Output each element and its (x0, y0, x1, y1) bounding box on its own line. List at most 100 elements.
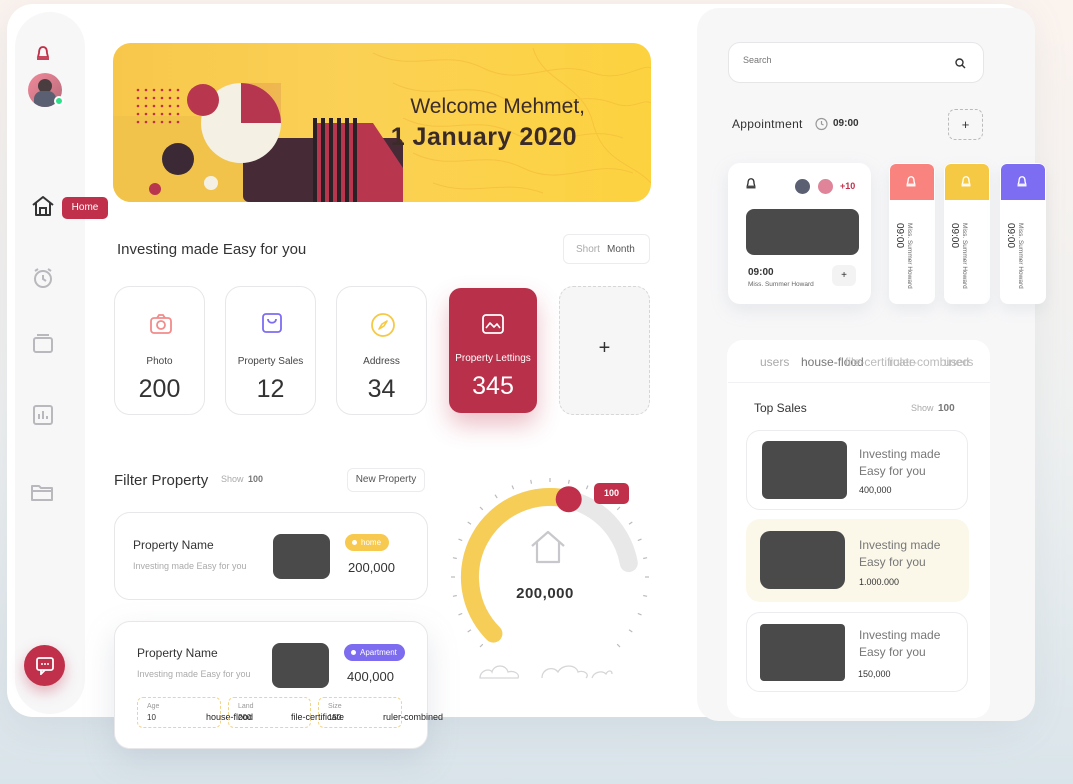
sale-item-value: 400,000 (859, 485, 892, 495)
online-status-dot (54, 96, 64, 106)
sale-item-image (762, 441, 847, 499)
mini-appointment-card[interactable]: 09:00 Miss. Summer Howard (944, 163, 990, 304)
tabs-divider (728, 382, 990, 383)
toggle-month[interactable]: Month (607, 244, 635, 255)
toggle-short[interactable]: Short (576, 244, 600, 255)
shopping-bag-icon (262, 313, 282, 333)
detail-label: Size (328, 703, 342, 710)
stat-label: Address (363, 356, 400, 367)
sale-item[interactable]: Investing made Easy for you 150,000 (746, 612, 968, 692)
stat-card-property-lettings[interactable]: Property Lettings 345 (449, 288, 537, 413)
property-price: 200,000 (348, 560, 395, 575)
property-image (272, 643, 329, 688)
sale-item-value: 1.000.000 (859, 577, 900, 587)
gauge-tick (616, 643, 621, 648)
chart-bar-icon[interactable] (31, 403, 55, 427)
gauge-tick (643, 557, 648, 560)
gauge-tick (467, 521, 472, 525)
home-tooltip: Home (62, 197, 108, 219)
stat-card-photo[interactable]: Photo 200 (114, 286, 205, 415)
search-icon[interactable] (955, 58, 966, 69)
gauge-value: 200,000 (516, 585, 574, 602)
image-icon (482, 314, 504, 334)
gauge-tick (628, 629, 633, 633)
stat-card-property-sales[interactable]: Property Sales 12 (225, 286, 316, 415)
appointment-image (746, 209, 859, 255)
top-sales-title: Top Sales (754, 401, 807, 415)
mini-appointment-card[interactable]: 09:00 Miss. Summer Howard (889, 163, 935, 304)
alarm-clock-icon[interactable] (31, 266, 55, 290)
filter-show-label: Show (221, 474, 244, 484)
property-badge: home (345, 534, 390, 551)
stat-value: 345 (472, 372, 514, 400)
banner-date: 1 January 2020 (390, 123, 577, 151)
gauge-tick (458, 612, 463, 616)
sale-item[interactable]: Investing made Easy for you 400,000 (746, 430, 968, 510)
home-icon[interactable] (30, 194, 56, 218)
bell-icon (1017, 176, 1027, 187)
bell-icon[interactable] (35, 45, 51, 63)
property-card[interactable]: Property Name Investing made Easy for yo… (114, 512, 428, 600)
ruler-combined-icon: ruler-combined (383, 712, 444, 722)
property-name: Property Name (133, 538, 214, 552)
folder-icon[interactable] (29, 480, 55, 504)
top-sales-show-value[interactable]: 100 (938, 403, 955, 414)
clouds-decoration (479, 665, 613, 679)
tab-users[interactable]: users (944, 355, 973, 369)
filter-show-value[interactable]: 100 (248, 474, 263, 484)
alarm-clock-icon (815, 117, 828, 131)
mini-card-header (890, 164, 934, 200)
property-image (273, 534, 330, 579)
top-sales-show-label: Show (911, 403, 934, 413)
bell-icon (906, 176, 916, 187)
chat-button[interactable] (24, 645, 65, 686)
new-property-button[interactable]: New Property (347, 468, 425, 492)
filter-title: Filter Property (114, 472, 209, 489)
stat-card-address[interactable]: Address 34 (336, 286, 427, 415)
appointment-card-person: Miss. Summer Howard (748, 281, 814, 288)
sale-item-text: Investing made Easy for you (859, 628, 941, 659)
mini-card-header (945, 164, 989, 200)
detail-value: 150 (328, 713, 342, 722)
sale-item-text: Investing made Easy for you (859, 447, 941, 478)
compass-icon (371, 313, 395, 337)
attendee-avatar (795, 179, 810, 194)
search-box[interactable] (728, 42, 984, 83)
add-appointment-button[interactable]: + (948, 109, 983, 140)
appointment-card-time: 09:00 (748, 267, 774, 278)
gauge-tick (479, 506, 484, 511)
add-stat-button[interactable]: + (559, 286, 650, 415)
attendee-count: +10 (840, 181, 856, 191)
property-card-expanded[interactable]: Property Name Investing made Easy for yo… (114, 621, 443, 749)
gauge-tick (452, 557, 457, 560)
attendee-avatar (818, 179, 833, 194)
badge-dot (351, 650, 356, 655)
property-name: Property Name (137, 646, 218, 660)
sale-item-text: Investing made Easy for you (859, 538, 941, 569)
appointment-time: 09:00 (833, 118, 859, 129)
gauge-tick (467, 629, 472, 633)
gauge-tick (458, 538, 463, 542)
stat-label: Property Sales (237, 356, 304, 367)
gauge-knob[interactable] (555, 486, 582, 513)
detail-land: Land 200 file-certificate (228, 697, 344, 728)
gauge-knob-label: 100 (594, 483, 629, 504)
badge-dot (352, 540, 357, 545)
tab-users[interactable]: users (760, 355, 789, 369)
detail-value: 200 (238, 713, 252, 722)
stat-value: 200 (138, 375, 181, 403)
detail-value: 10 (147, 713, 156, 722)
gauge-tick (530, 479, 533, 484)
welcome-banner: Welcome Mehmet, 1 January 2020 (113, 43, 651, 202)
wallet-icon[interactable] (31, 332, 55, 356)
appointment-card[interactable]: +10 09:00 Miss. Summer Howard + (728, 163, 871, 304)
gauge-tick (628, 521, 633, 525)
detail-size: Size 150 ruler-combined (318, 697, 443, 728)
mini-card-header (1001, 164, 1045, 200)
mini-card-time: 09:00 (1005, 223, 1016, 249)
appointment-card-add[interactable]: + (832, 265, 856, 286)
badge-label: Apartment (360, 648, 397, 657)
sale-item-highlighted[interactable]: Investing made Easy for you 1.000.000 (746, 519, 969, 602)
mini-appointment-card[interactable]: 09:00 Miss. Summer Howard (1000, 163, 1046, 304)
search-input[interactable] (743, 55, 943, 65)
